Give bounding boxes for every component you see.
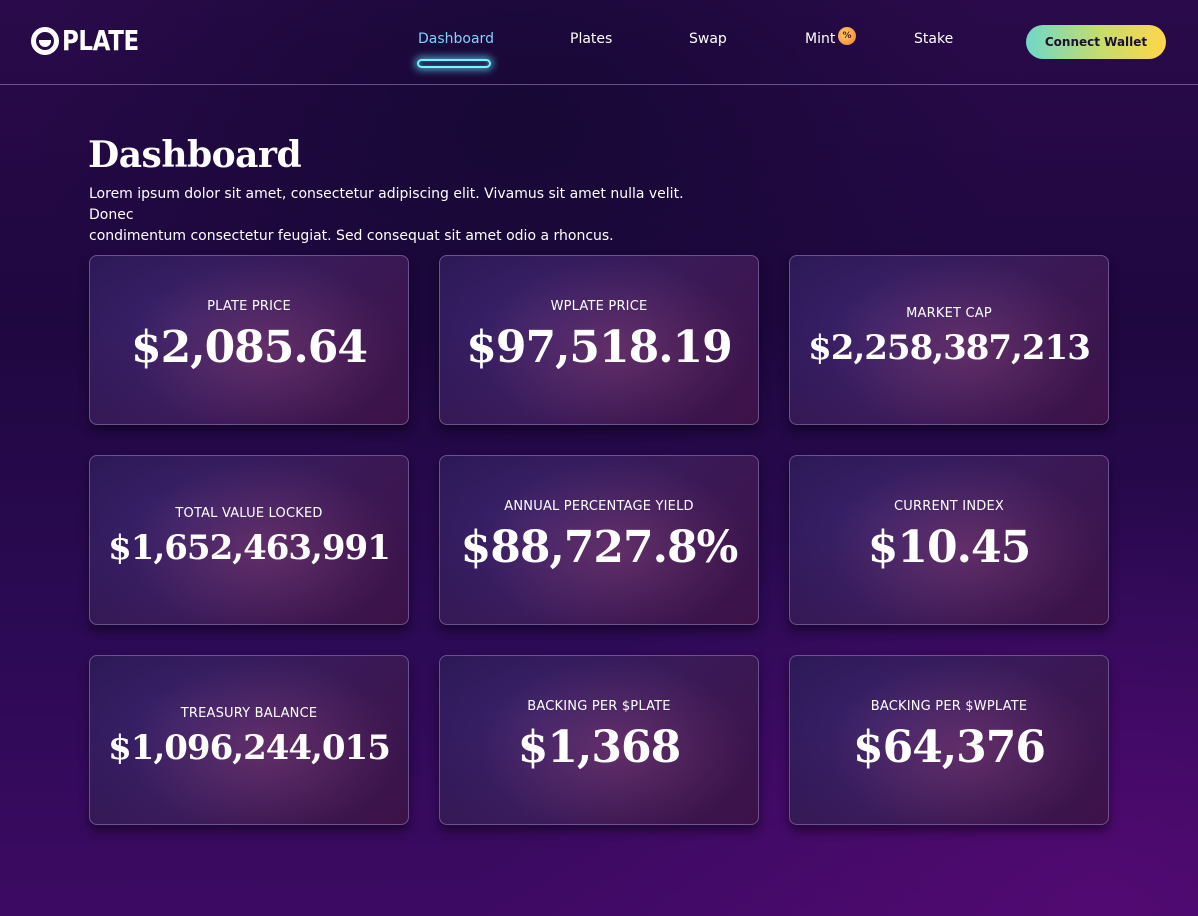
nav-swap[interactable]: Swap <box>689 31 727 53</box>
stat-label: TREASURY BALANCE <box>180 706 318 721</box>
page-description: Lorem ipsum dolor sit amet, consectetur … <box>89 184 729 247</box>
mint-discount-badge-icon: % <box>838 27 856 45</box>
top-nav-bar: PLATE Dashboard Plates Swap Mint % Stake… <box>0 0 1198 85</box>
nav-stake[interactable]: Stake <box>914 31 953 53</box>
stat-label: WPLATE PRICE <box>550 299 648 314</box>
stat-card-current-index: CURRENT INDEX $10.45 <box>789 455 1109 625</box>
stat-card-backing-per-plate: BACKING PER $PLATE $1,368 <box>439 655 759 825</box>
stat-label: BACKING PER $PLATE <box>527 699 671 714</box>
stat-label: PLATE PRICE <box>207 299 291 314</box>
stat-value: $1,368 <box>517 722 681 773</box>
stat-card-backing-per-wplate: BACKING PER $WPLATE $64,376 <box>789 655 1109 825</box>
nav-dashboard[interactable]: Dashboard <box>418 31 494 53</box>
page-description-line-2: condimentum consectetur feugiat. Sed con… <box>89 228 614 244</box>
stat-label: CURRENT INDEX <box>894 499 1004 514</box>
stat-card-plate-price: PLATE PRICE $2,085.64 <box>89 255 409 425</box>
stat-label: BACKING PER $WPLATE <box>870 699 1028 714</box>
stat-label: TOTAL VALUE LOCKED <box>175 506 323 521</box>
logo[interactable]: PLATE <box>31 26 156 56</box>
nav-plates[interactable]: Plates <box>570 31 612 53</box>
stat-value: $88,727.8% <box>460 522 739 573</box>
stat-card-apy: ANNUAL PERCENTAGE YIELD $88,727.8% <box>439 455 759 625</box>
stat-value: $10.45 <box>867 522 1031 573</box>
page-description-line-1: Lorem ipsum dolor sit amet, consectetur … <box>89 186 684 223</box>
stat-card-treasury-balance: TREASURY BALANCE $1,096,244,015 <box>89 655 409 825</box>
stat-value: $2,258,387,213 <box>808 328 1091 368</box>
stat-value: $1,652,463,991 <box>108 528 391 568</box>
page-title: Dashboard <box>88 134 302 176</box>
plate-logo-icon <box>31 27 59 55</box>
stat-label: MARKET CAP <box>906 306 992 321</box>
stat-card-wplate-price: WPLATE PRICE $97,518.19 <box>439 255 759 425</box>
nav-mint[interactable]: Mint <box>805 31 835 53</box>
stat-value: $1,096,244,015 <box>108 728 391 768</box>
stat-card-total-value-locked: TOTAL VALUE LOCKED $1,652,463,991 <box>89 455 409 625</box>
stat-card-market-cap: MARKET CAP $2,258,387,213 <box>789 255 1109 425</box>
stat-value: $2,085.64 <box>131 322 368 373</box>
active-nav-indicator <box>417 59 491 68</box>
stat-label: ANNUAL PERCENTAGE YIELD <box>504 499 694 514</box>
stat-value: $97,518.19 <box>466 322 733 373</box>
stat-value: $64,376 <box>852 722 1046 773</box>
connect-wallet-button[interactable]: Connect Wallet <box>1026 25 1166 59</box>
logo-text: PLATE <box>62 24 139 57</box>
